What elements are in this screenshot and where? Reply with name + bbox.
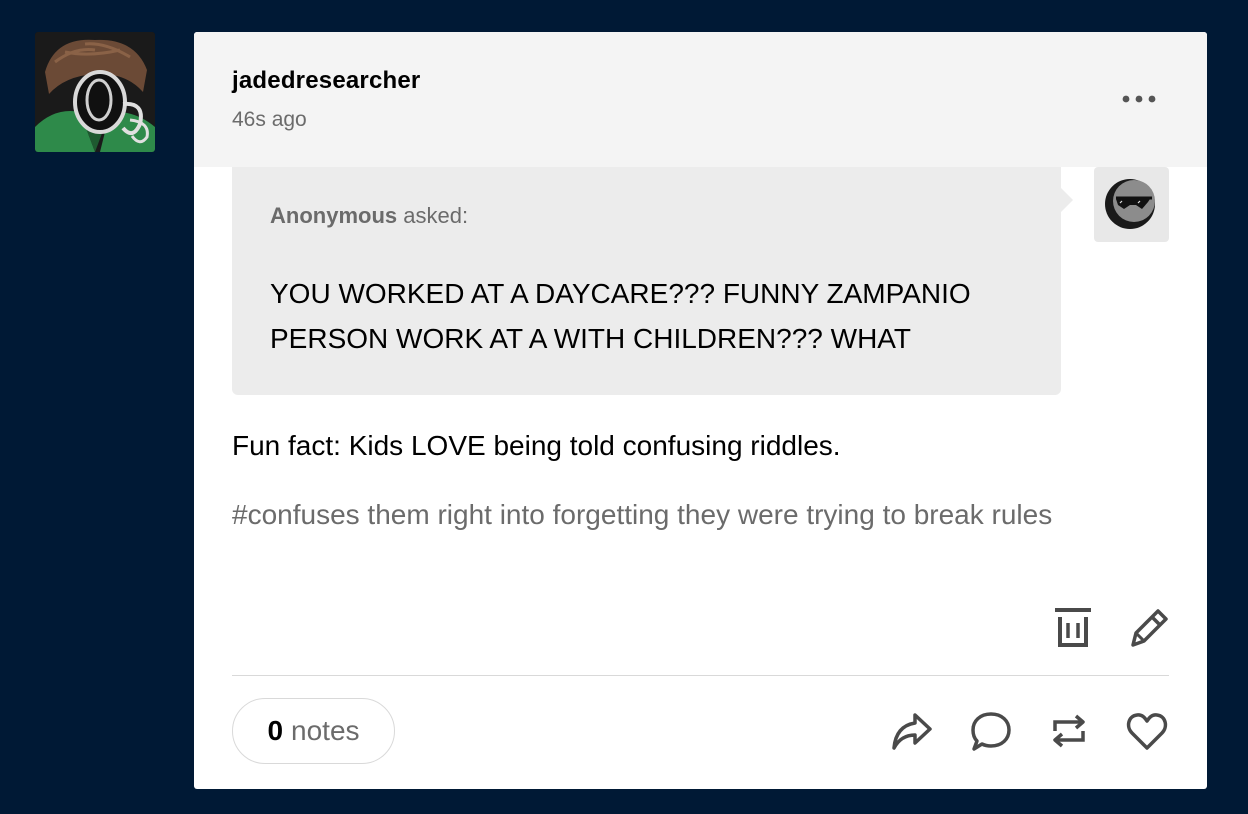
- post-tags[interactable]: #confuses them right into forgetting the…: [232, 499, 1052, 531]
- post-answer: Fun fact: Kids LOVE being told confusing…: [232, 430, 841, 461]
- notes-button[interactable]: 0 notes: [232, 698, 395, 764]
- ask-bubble-tail: [1061, 188, 1073, 212]
- notes-count: 0: [267, 715, 284, 746]
- post-card: jadedresearcher 46s ago Anonymous asked:…: [194, 32, 1207, 789]
- reply-button[interactable]: [969, 709, 1013, 753]
- heart-icon: [1126, 713, 1168, 750]
- asker-name: Anonymous: [270, 203, 398, 228]
- ask-header: Anonymous asked:: [270, 203, 468, 229]
- more-options-button[interactable]: [1114, 84, 1164, 114]
- post-timestamp[interactable]: 46s ago: [232, 108, 307, 132]
- pencil-icon: [1131, 609, 1168, 647]
- edit-button[interactable]: [1128, 605, 1172, 649]
- reblog-icon: [1053, 714, 1085, 748]
- like-button[interactable]: [1125, 709, 1169, 753]
- share-icon: [892, 713, 932, 750]
- trash-icon: [1055, 608, 1091, 647]
- more-options-icon: [1122, 95, 1156, 103]
- blog-name[interactable]: jadedresearcher: [232, 67, 420, 95]
- anonymous-avatar: [1094, 167, 1169, 242]
- anonymous-sunglasses-icon: [1105, 179, 1155, 229]
- post-header: jadedresearcher 46s ago: [194, 32, 1207, 167]
- ask-question: YOU WORKED AT A DAYCARE??? FUNNY ZAMPANI…: [270, 278, 971, 354]
- asked-label: asked:: [403, 203, 469, 228]
- share-button[interactable]: [889, 709, 933, 753]
- ask-bubble: Anonymous asked: YOU WORKED AT A DAYCARE…: [232, 167, 1061, 395]
- footer-divider: [232, 675, 1169, 676]
- notes-label: notes: [291, 715, 360, 746]
- reblog-button[interactable]: [1047, 709, 1091, 753]
- blog-avatar[interactable]: [35, 32, 155, 152]
- delete-button[interactable]: [1051, 605, 1095, 649]
- reply-icon: [971, 712, 1011, 751]
- avatar-image: [35, 32, 155, 152]
